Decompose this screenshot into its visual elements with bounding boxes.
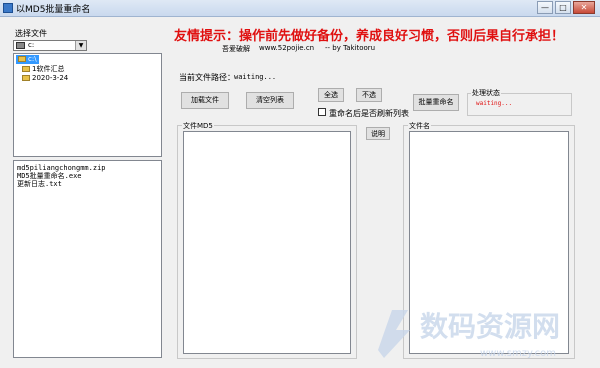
folder-icon: [22, 75, 30, 81]
credit-site-label: 吾爱破解: [222, 45, 250, 53]
window-title: 以MD5批量重命名: [16, 5, 91, 15]
credit-url: www.52pojie.cn: [259, 44, 315, 52]
clear-list-button[interactable]: 清空列表: [246, 92, 294, 109]
explain-button[interactable]: 说明: [366, 127, 390, 140]
watermark-text: 数码资源网: [420, 310, 560, 343]
path-label: 当前文件路径：: [179, 73, 235, 82]
select-all-button[interactable]: 全选: [318, 88, 344, 102]
title-bar: 以MD5批量重命名 — □ ✕: [0, 0, 600, 17]
load-files-button[interactable]: 加载文件: [181, 92, 229, 109]
tree-item-label: 2020-3-24: [32, 74, 69, 82]
watermark-mark: [378, 310, 410, 358]
batch-rename-button[interactable]: 批量重命名: [413, 94, 459, 111]
md5-group-title: 文件MD5: [182, 121, 214, 131]
file-list[interactable]: md5piliangchongmm.zip MD5批量重命名.exe 更新日志.…: [13, 160, 162, 358]
tree-item-root[interactable]: c:\: [16, 55, 39, 64]
tree-item-date[interactable]: 2020-3-24: [22, 74, 68, 83]
folder-tree[interactable]: c:\ 1软件汇总 2020-3-24: [13, 53, 162, 157]
tree-item-label: c:\: [28, 55, 37, 63]
md5-list[interactable]: [183, 131, 351, 354]
chevron-down-icon[interactable]: ▼: [75, 41, 86, 50]
drive-value: c:: [28, 41, 35, 49]
credit-author: -- by Takitooru: [325, 44, 376, 52]
tree-item-software[interactable]: 1软件汇总: [22, 65, 64, 74]
status-group-title: 处理状态: [471, 88, 501, 98]
refresh-checkbox-label: 重命名后是否刷新列表: [329, 109, 409, 118]
select-files-label: 选择文件: [15, 29, 47, 38]
maximize-button[interactable]: □: [555, 1, 571, 14]
list-item[interactable]: 更新日志.txt: [17, 180, 62, 188]
drive-select[interactable]: c: ▼: [13, 40, 87, 51]
watermark-logo: 数码资源网 www.smzy.com: [378, 310, 560, 359]
folder-icon: [22, 66, 30, 72]
filename-group-title: 文件名: [408, 121, 431, 131]
folder-icon: [18, 56, 26, 62]
list-item[interactable]: md5piliangchongmm.zip: [17, 164, 106, 172]
warning-banner: 友情提示：操作前先做好备份，养成良好习惯，否则后果自行承担！: [174, 29, 565, 44]
app-icon: [3, 3, 13, 13]
list-item[interactable]: MD5批量重命名.exe: [17, 172, 82, 180]
watermark-url: www.smzy.com: [480, 348, 556, 359]
status-value: waiting...: [476, 100, 513, 107]
close-button[interactable]: ✕: [573, 1, 595, 14]
tree-item-label: 1软件汇总: [32, 65, 65, 73]
path-value: waiting...: [234, 73, 277, 81]
deselect-button[interactable]: 不选: [356, 88, 382, 102]
minimize-button[interactable]: —: [537, 1, 553, 14]
refresh-checkbox[interactable]: [318, 108, 326, 116]
hard-drive-icon: [16, 42, 25, 49]
